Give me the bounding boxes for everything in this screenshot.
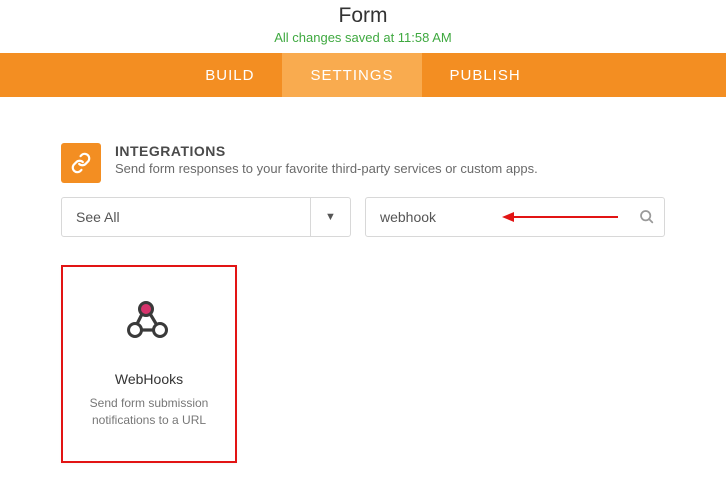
integration-card-webhooks[interactable]: WebHooks Send form submission notificati… — [61, 265, 237, 463]
content-area: INTEGRATIONS Send form responses to your… — [0, 97, 726, 463]
search-icon[interactable] — [630, 209, 664, 225]
tab-publish[interactable]: PUBLISH — [422, 53, 549, 97]
header: Form All changes saved at 11:58 AM — [0, 0, 726, 53]
section-title: INTEGRATIONS — [115, 143, 538, 159]
webhooks-icon — [126, 300, 172, 347]
filter-dropdown[interactable]: See All ▼ — [61, 197, 351, 237]
tab-build[interactable]: BUILD — [177, 53, 282, 97]
card-description: Send form submission notifications to a … — [79, 395, 219, 429]
search-box — [365, 197, 665, 237]
tab-bar: BUILD SETTINGS PUBLISH — [0, 53, 726, 97]
card-title: WebHooks — [115, 371, 183, 387]
filter-dropdown-label: See All — [62, 198, 310, 236]
section-subtitle: Send form responses to your favorite thi… — [115, 161, 538, 176]
search-input[interactable] — [366, 209, 630, 225]
chevron-down-icon: ▼ — [310, 198, 350, 236]
integrations-icon — [61, 143, 101, 183]
tab-settings[interactable]: SETTINGS — [282, 53, 421, 97]
page-title: Form — [0, 4, 726, 28]
section-header: INTEGRATIONS Send form responses to your… — [61, 143, 665, 183]
controls-row: See All ▼ — [61, 197, 665, 237]
integrations-panel: INTEGRATIONS Send form responses to your… — [61, 143, 665, 463]
save-status: All changes saved at 11:58 AM — [0, 30, 726, 45]
